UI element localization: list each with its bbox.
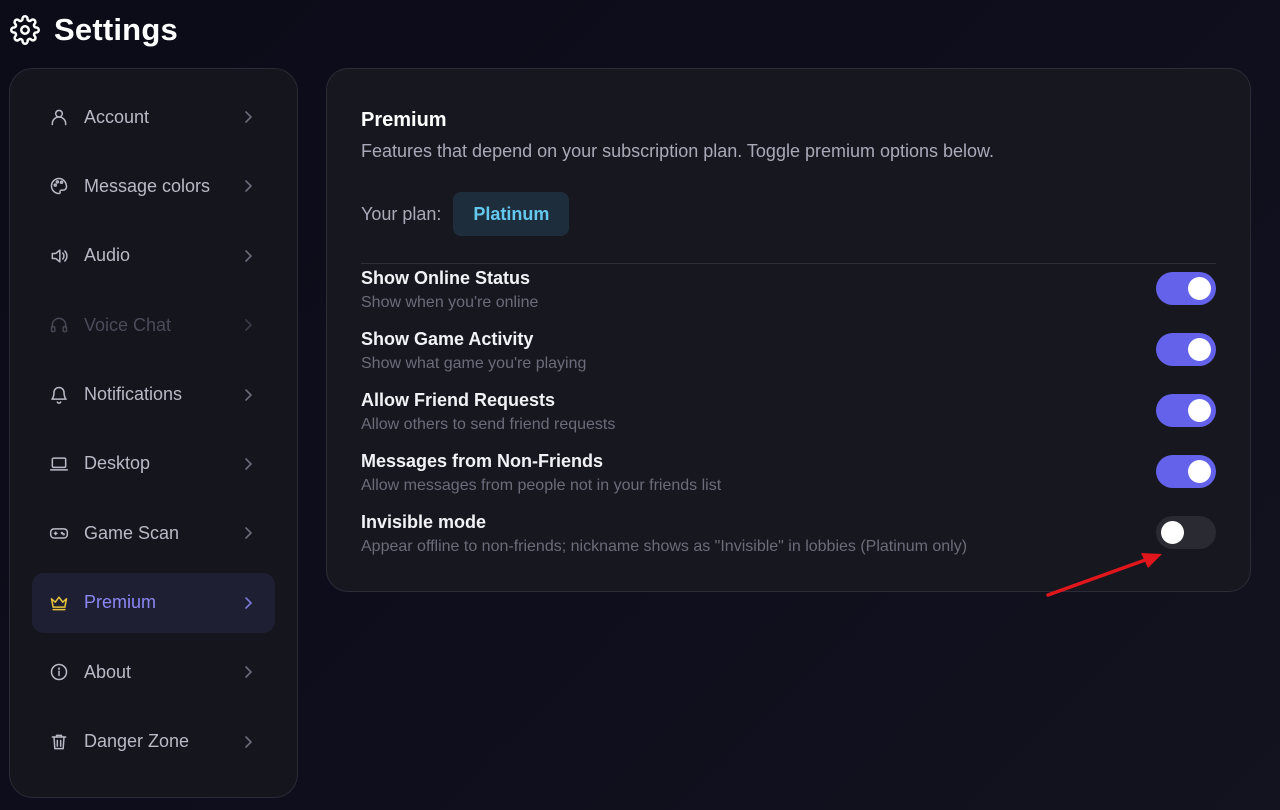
setting-title: Messages from Non-Friends: [361, 451, 604, 471]
sidebar-item-label: Message colors: [84, 175, 211, 196]
setting-allow-friend-requests: Allow Friend Requests Allow others to se…: [361, 390, 1216, 440]
sidebar-item-message-colors[interactable]: Message colors: [32, 156, 275, 216]
plan-badge: Platinum: [453, 192, 570, 236]
gear-icon: [10, 15, 40, 45]
speaker-icon: [48, 245, 70, 267]
toggle-knob: [1188, 277, 1211, 300]
setting-description: Show when you're online: [361, 294, 539, 311]
sidebar-item-voice-chat: Voice Chat: [32, 295, 275, 355]
crown-icon: [48, 592, 70, 614]
setting-show-game-activity: Show Game Activity Show what game you're…: [361, 329, 1216, 379]
trash-icon: [48, 731, 70, 753]
setting-show-online-status: Show Online Status Show when you're onli…: [361, 268, 1216, 318]
chevron-right-icon: [245, 388, 253, 401]
toggle-messages-from-non-friends[interactable]: [1156, 455, 1216, 488]
sidebar-item-label: Notifications: [84, 384, 183, 405]
bell-icon: [48, 384, 70, 406]
setting-title: Show Game Activity: [361, 329, 534, 349]
panel-title: Premium: [361, 109, 447, 131]
toggle-allow-friend-requests[interactable]: [1156, 394, 1216, 427]
sidebar-item-label: Danger Zone: [84, 731, 190, 752]
setting-description: Allow others to send friend requests: [361, 416, 616, 433]
sidebar-item-label: Premium: [84, 592, 157, 613]
plan-row: Your plan: Platinum: [361, 192, 570, 236]
settings-sidebar: Account Message colors Audio Voice Chat …: [9, 68, 298, 798]
toggle-knob: [1161, 521, 1184, 544]
headphones-icon: [48, 314, 70, 336]
sidebar-item-desktop[interactable]: Desktop: [32, 434, 275, 494]
laptop-icon: [48, 453, 70, 475]
gamepad-icon: [48, 522, 70, 544]
page-header: Settings: [10, 10, 178, 50]
user-icon: [48, 106, 70, 128]
info-icon: [48, 661, 70, 683]
sidebar-item-label: About: [84, 661, 132, 682]
premium-panel: Premium Features that depend on your sub…: [326, 68, 1251, 592]
setting-description: Show what game you're playing: [361, 355, 587, 372]
plan-label: Your plan:: [361, 203, 442, 224]
toggle-show-online-status[interactable]: [1156, 272, 1216, 305]
toggle-show-game-activity[interactable]: [1156, 333, 1216, 366]
sidebar-item-game-scan[interactable]: Game Scan: [32, 503, 275, 563]
sidebar-item-danger-zone[interactable]: Danger Zone: [32, 712, 275, 772]
sidebar-item-about[interactable]: About: [32, 642, 275, 702]
toggle-knob: [1188, 460, 1211, 483]
sidebar-item-label: Voice Chat: [84, 314, 172, 335]
panel-description: Features that depend on your subscriptio…: [361, 141, 995, 161]
setting-title: Invisible mode: [361, 512, 487, 532]
chevron-right-icon: [245, 180, 253, 193]
sidebar-item-label: Desktop: [84, 453, 151, 474]
chevron-right-icon: [245, 527, 253, 540]
setting-title: Allow Friend Requests: [361, 390, 556, 410]
setting-description: Allow messages from people not in your f…: [361, 477, 722, 494]
palette-icon: [48, 175, 70, 197]
page-title: Settings: [54, 12, 178, 47]
chevron-right-icon: [245, 249, 253, 262]
chevron-right-icon: [245, 111, 253, 123]
sidebar-item-audio[interactable]: Audio: [32, 226, 275, 286]
chevron-right-icon: [245, 458, 253, 470]
chevron-right-icon: [245, 596, 253, 609]
sidebar-item-premium[interactable]: Premium: [32, 572, 275, 633]
chevron-right-icon: [245, 666, 253, 678]
toggle-knob: [1188, 338, 1211, 361]
sidebar-item-label: Game Scan: [84, 522, 180, 543]
toggle-knob: [1188, 399, 1211, 422]
sidebar-item-account[interactable]: Account: [32, 87, 275, 147]
setting-title: Show Online Status: [361, 268, 531, 288]
sidebar-item-label: Audio: [84, 245, 131, 266]
sidebar-item-notifications[interactable]: Notifications: [32, 365, 275, 425]
sidebar-item-label: Account: [84, 106, 150, 127]
divider: [361, 263, 1216, 264]
setting-messages-from-non-friends: Messages from Non-Friends Allow messages…: [361, 451, 1216, 501]
chevron-right-icon: [245, 319, 253, 331]
annotation-arrow-icon: [1046, 553, 1162, 597]
chevron-right-icon: [245, 735, 253, 748]
